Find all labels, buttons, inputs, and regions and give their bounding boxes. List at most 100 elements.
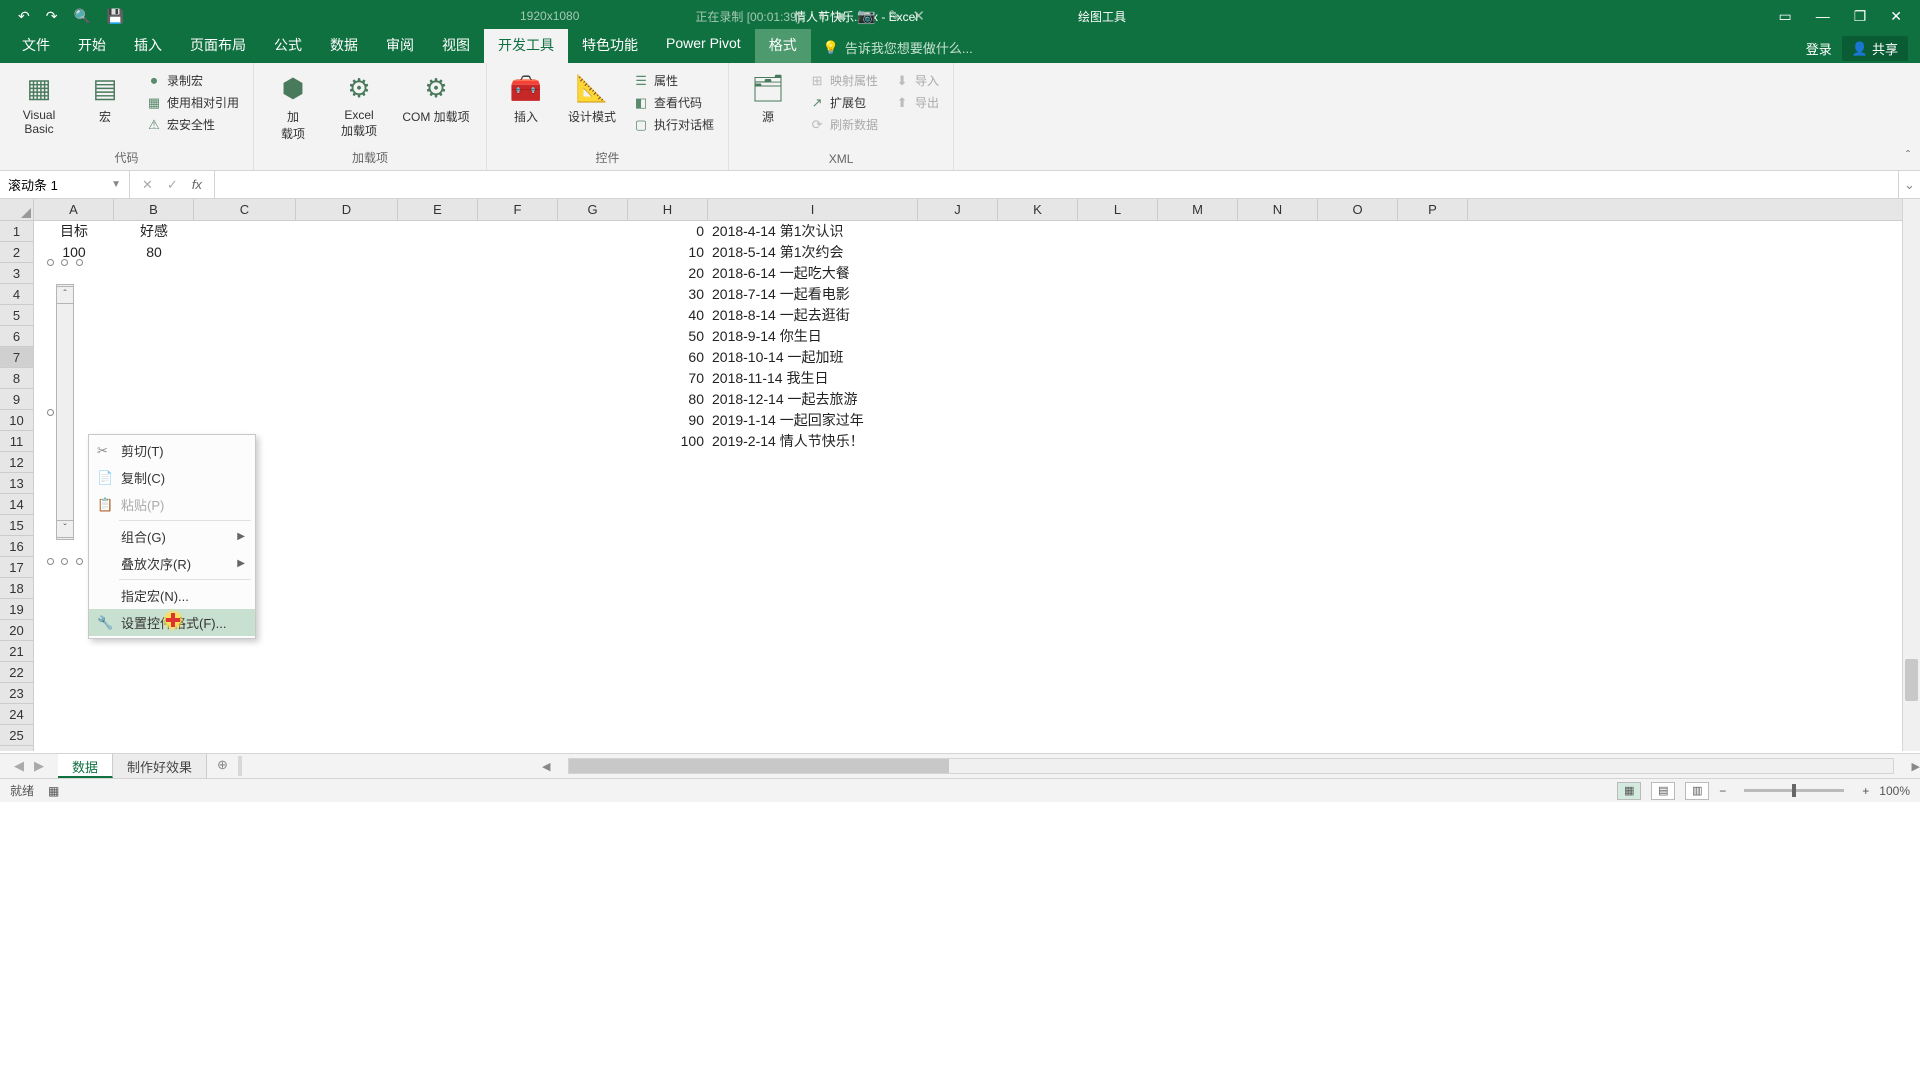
column-header-P[interactable]: P: [1398, 199, 1468, 220]
save-button[interactable]: 💾: [107, 8, 124, 25]
vertical-scrollbar[interactable]: [1902, 199, 1920, 751]
expand-formula-bar[interactable]: ⌄: [1898, 171, 1920, 198]
fx-icon[interactable]: fx: [192, 177, 202, 192]
row-header-8[interactable]: 8: [0, 368, 33, 389]
selection-handle[interactable]: [47, 558, 54, 565]
stop-icon[interactable]: ⏹: [838, 8, 846, 25]
menu-cut[interactable]: ✂剪切(T): [89, 437, 255, 464]
scroll-right-icon[interactable]: ▶: [1912, 760, 1920, 773]
select-all-button[interactable]: [0, 199, 34, 220]
tab-开始[interactable]: 开始: [64, 29, 120, 63]
pause-icon[interactable]: ⏸: [818, 8, 826, 25]
zoom-level[interactable]: 100%: [1879, 784, 1910, 798]
view-normal-button[interactable]: ▦: [1617, 782, 1641, 800]
column-header-F[interactable]: F: [478, 199, 558, 220]
cell-H9[interactable]: 80: [628, 389, 708, 410]
scrollbar-up-arrow[interactable]: ˆ: [56, 286, 74, 304]
cell-H7[interactable]: 60: [628, 347, 708, 368]
com-addins-button[interactable]: ⚙COM 加载项: [396, 67, 476, 125]
column-header-B[interactable]: B: [114, 199, 194, 220]
column-header-O[interactable]: O: [1318, 199, 1398, 220]
cells-area[interactable]: 目标好感1008001020304050607080901002018-4-14…: [34, 221, 1920, 751]
tab-特色功能[interactable]: 特色功能: [568, 29, 652, 63]
scroll-left-icon[interactable]: ◀: [542, 760, 550, 773]
cell-H3[interactable]: 20: [628, 263, 708, 284]
share-button[interactable]: 👤 共享: [1842, 36, 1908, 61]
cell-H11[interactable]: 100: [628, 431, 708, 452]
cell-H8[interactable]: 70: [628, 368, 708, 389]
formula-input[interactable]: [215, 171, 1898, 198]
horizontal-scrollbar[interactable]: ◀ ▶: [242, 754, 1920, 778]
view-page-break-button[interactable]: ▥: [1685, 782, 1709, 800]
cell-I10[interactable]: 2019-1-14 一起回家过年: [708, 410, 868, 431]
column-header-C[interactable]: C: [194, 199, 296, 220]
record-macro-button[interactable]: ⏺录制宏: [142, 71, 243, 90]
cell-H10[interactable]: 90: [628, 410, 708, 431]
row-header-6[interactable]: 6: [0, 326, 33, 347]
row-header-19[interactable]: 19: [0, 599, 33, 620]
cell-I4[interactable]: 2018-7-14 一起看电影: [708, 284, 854, 305]
column-header-I[interactable]: I: [708, 199, 918, 220]
zoom-thumb[interactable]: [1792, 784, 1796, 797]
scrollbar-track[interactable]: [56, 284, 74, 540]
scrollbar-thumb[interactable]: [1905, 659, 1918, 701]
zoom-in-button[interactable]: +: [1862, 784, 1869, 798]
selection-handle[interactable]: [61, 259, 68, 266]
name-box[interactable]: 滚动条 1 ▼: [0, 171, 130, 198]
cell-B2[interactable]: 80: [114, 242, 194, 263]
expansion-pack-button[interactable]: ↗扩展包: [805, 93, 882, 112]
collapse-ribbon-button[interactable]: ˆ: [1906, 148, 1910, 162]
cell-A2[interactable]: 100: [34, 242, 114, 263]
excel-addins-button[interactable]: ⚙Excel 加载项: [330, 67, 388, 139]
row-header-22[interactable]: 22: [0, 662, 33, 683]
tab-插入[interactable]: 插入: [120, 29, 176, 63]
view-page-layout-button[interactable]: ▤: [1651, 782, 1675, 800]
column-header-H[interactable]: H: [628, 199, 708, 220]
relative-ref-button[interactable]: ▦使用相对引用: [142, 93, 243, 112]
column-header-G[interactable]: G: [558, 199, 628, 220]
row-header-11[interactable]: 11: [0, 431, 33, 452]
column-header-J[interactable]: J: [918, 199, 998, 220]
cell-H1[interactable]: 0: [628, 221, 708, 242]
row-header-24[interactable]: 24: [0, 704, 33, 725]
tab-页面布局[interactable]: 页面布局: [176, 29, 260, 63]
login-link[interactable]: 登录: [1806, 39, 1832, 58]
cell-B1[interactable]: 好感: [114, 221, 194, 242]
cell-I11[interactable]: 2019-2-14 情人节快乐！: [708, 431, 868, 452]
selection-handle[interactable]: [47, 259, 54, 266]
close-button[interactable]: ✕: [1890, 8, 1902, 25]
cell-I5[interactable]: 2018-8-14 一起去逛街: [708, 305, 854, 326]
cell-I1[interactable]: 2018-4-14 第1次认识: [708, 221, 848, 242]
undo-button[interactable]: ↶: [18, 8, 30, 25]
cell-I2[interactable]: 2018-5-14 第1次约会: [708, 242, 848, 263]
minimize-button[interactable]: —: [1816, 8, 1830, 24]
cell-I8[interactable]: 2018-11-14 我生日: [708, 368, 832, 389]
selection-handle[interactable]: [47, 409, 54, 416]
tab-数据[interactable]: 数据: [316, 29, 372, 63]
view-code-button[interactable]: ◧查看代码: [629, 93, 718, 112]
accept-fx-button[interactable]: ✓: [167, 177, 178, 193]
row-header-9[interactable]: 9: [0, 389, 33, 410]
add-sheet-button[interactable]: ⊕: [207, 754, 238, 778]
column-header-L[interactable]: L: [1078, 199, 1158, 220]
cell-I3[interactable]: 2018-6-14 一起吃大餐: [708, 263, 854, 284]
row-header-5[interactable]: 5: [0, 305, 33, 326]
edit-icon[interactable]: ✎: [888, 7, 901, 25]
tab-审阅[interactable]: 审阅: [372, 29, 428, 63]
sheet-tab-制作好效果[interactable]: 制作好效果: [113, 754, 207, 778]
cell-H2[interactable]: 10: [628, 242, 708, 263]
selection-handle[interactable]: [76, 558, 83, 565]
row-header-20[interactable]: 20: [0, 620, 33, 641]
zoom-slider[interactable]: [1744, 789, 1844, 792]
column-header-K[interactable]: K: [998, 199, 1078, 220]
row-header-17[interactable]: 17: [0, 557, 33, 578]
tab-Power Pivot[interactable]: Power Pivot: [652, 29, 755, 63]
row-header-14[interactable]: 14: [0, 494, 33, 515]
redo-button[interactable]: ↷: [46, 8, 58, 25]
row-header-1[interactable]: 1: [0, 221, 33, 242]
row-header-2[interactable]: 2: [0, 242, 33, 263]
sheet-tab-数据[interactable]: 数据: [58, 754, 113, 778]
close-overlay-icon[interactable]: ✕: [912, 7, 925, 25]
run-dialog-button[interactable]: ▢执行对话框: [629, 115, 718, 134]
column-header-A[interactable]: A: [34, 199, 114, 220]
